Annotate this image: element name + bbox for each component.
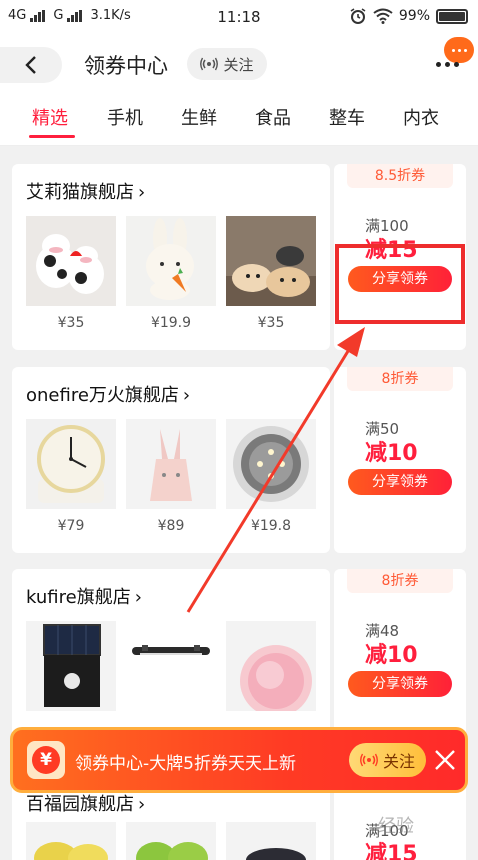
close-icon[interactable] — [431, 746, 459, 774]
chevron-right-icon: › — [138, 182, 146, 203]
share-coupon-button[interactable]: 分享领券 — [348, 469, 452, 495]
coupon-card-2: 8折券 满50 减10 分享领券 — [334, 367, 466, 553]
status-right: 99% — [349, 7, 468, 25]
product-item[interactable] — [226, 822, 316, 860]
follow-button[interactable]: 关注 — [187, 48, 267, 80]
product-image-cow-plush[interactable] — [26, 216, 116, 306]
store-card-1[interactable]: 艾莉猫旗舰店 › ¥35 ¥19.9 ¥35 — [12, 164, 330, 350]
chevron-right-icon: › — [134, 587, 142, 608]
product-image-bunny-plush[interactable] — [126, 216, 216, 306]
product-item[interactable]: ¥79 — [26, 419, 116, 534]
product-image-light-bar[interactable] — [126, 621, 216, 711]
broadcast-icon — [360, 753, 378, 767]
store-name-link[interactable]: kufire旗舰店 › — [26, 583, 142, 609]
status-bar: 4G G 3.1K/s 11:18 99% — [0, 0, 478, 34]
product-price: ¥19.9 — [150, 315, 192, 331]
banner-follow-button[interactable]: 关注 — [349, 743, 426, 777]
product-item[interactable] — [26, 621, 116, 720]
battery-icon — [436, 8, 468, 24]
coupon-amount: 减10 — [365, 643, 418, 668]
more-dots-icon[interactable] — [436, 62, 459, 67]
broadcast-icon — [200, 57, 219, 71]
product-item[interactable] — [226, 621, 316, 720]
tab-food[interactable]: 食品 — [255, 104, 291, 130]
store-card-2[interactable]: onefire万火旗舰店 › ¥79 ¥89 ¥19.8 — [12, 367, 330, 553]
product-image-cat-plush[interactable] — [226, 216, 316, 306]
header: 领券中心 关注 — [0, 34, 478, 96]
product-price: ¥79 — [57, 518, 85, 534]
discount-tag: 8折券 — [347, 367, 453, 391]
back-chevron-icon — [25, 56, 36, 74]
product-item[interactable]: ¥19.8 — [226, 419, 316, 534]
tab-vehicles[interactable]: 整车 — [329, 104, 365, 130]
product-item[interactable]: ¥89 — [126, 419, 216, 534]
product-image-dark-produce[interactable] — [226, 822, 316, 860]
product-image-solar-light[interactable] — [26, 621, 116, 711]
back-button[interactable] — [0, 47, 62, 83]
product-price: ¥19.8 — [250, 518, 292, 534]
product-item[interactable] — [126, 621, 216, 720]
product-image-alarm-clock[interactable] — [26, 419, 116, 509]
follow-label: 关注 — [223, 55, 254, 74]
product-image-led-light[interactable] — [226, 419, 316, 509]
page-title: 领券中心 — [84, 54, 168, 78]
store-name: onefire万火旗舰店 — [26, 385, 179, 406]
tab-fresh[interactable]: 生鲜 — [181, 104, 217, 130]
product-image-makeup-mirror[interactable] — [226, 621, 316, 711]
store-name-link[interactable]: 百福园旗舰店 › — [26, 790, 145, 816]
coupon-amount: 减10 — [365, 441, 418, 466]
chevron-right-icon: › — [182, 385, 191, 406]
product-price: ¥35 — [57, 315, 85, 331]
floating-banner[interactable]: ¥ 领券中心-大牌5折券天天上新 关注 — [10, 727, 468, 793]
product-image-green-apples[interactable] — [126, 822, 216, 860]
watermark: 经验 — [378, 816, 414, 837]
product-item[interactable] — [26, 822, 116, 860]
product-item[interactable]: ¥19.9 — [126, 216, 216, 331]
banner-text: 领券中心-大牌5折券天天上新 — [75, 754, 296, 774]
product-price: ¥35 — [257, 315, 285, 331]
coupon-yen-icon: ¥ — [27, 741, 65, 779]
banner-follow-label: 关注 — [382, 752, 415, 771]
product-item[interactable]: ¥35 — [226, 216, 316, 331]
product-item[interactable] — [126, 822, 216, 860]
category-tabs: 精选 手机 生鲜 食品 整车 内衣 — [0, 96, 478, 146]
store-name-link[interactable]: onefire万火旗舰店 › — [26, 381, 190, 407]
store-name: 艾莉猫旗舰店 — [26, 182, 134, 203]
tab-underwear[interactable]: 内衣 — [403, 104, 439, 130]
product-price: ¥89 — [157, 518, 185, 534]
discount-tag: 8折券 — [347, 569, 453, 593]
wifi-icon — [373, 8, 393, 24]
tab-selected[interactable]: 精选 — [32, 104, 68, 130]
store-name: 百福园旗舰店 — [26, 794, 134, 815]
chevron-right-icon: › — [138, 794, 146, 815]
store-name: kufire旗舰店 — [26, 587, 131, 608]
battery-percent: 99% — [398, 8, 430, 24]
product-item[interactable]: ¥35 — [26, 216, 116, 331]
share-coupon-button[interactable]: 分享领券 — [348, 671, 452, 697]
highlight-box-annotation — [335, 244, 465, 324]
product-image-rabbit-lamp[interactable] — [126, 419, 216, 509]
discount-tag: 8.5折券 — [347, 164, 453, 188]
product-image-yellow-fruit[interactable] — [26, 822, 116, 860]
tab-phones[interactable]: 手机 — [107, 104, 143, 130]
coupon-amount: 减15 — [365, 842, 418, 860]
alarm-icon — [350, 8, 366, 24]
chat-bubble-icon[interactable] — [444, 37, 474, 63]
store-name-link[interactable]: 艾莉猫旗舰店 › — [26, 178, 145, 204]
yen-symbol: ¥ — [32, 746, 60, 774]
tab-active-indicator — [29, 135, 75, 138]
